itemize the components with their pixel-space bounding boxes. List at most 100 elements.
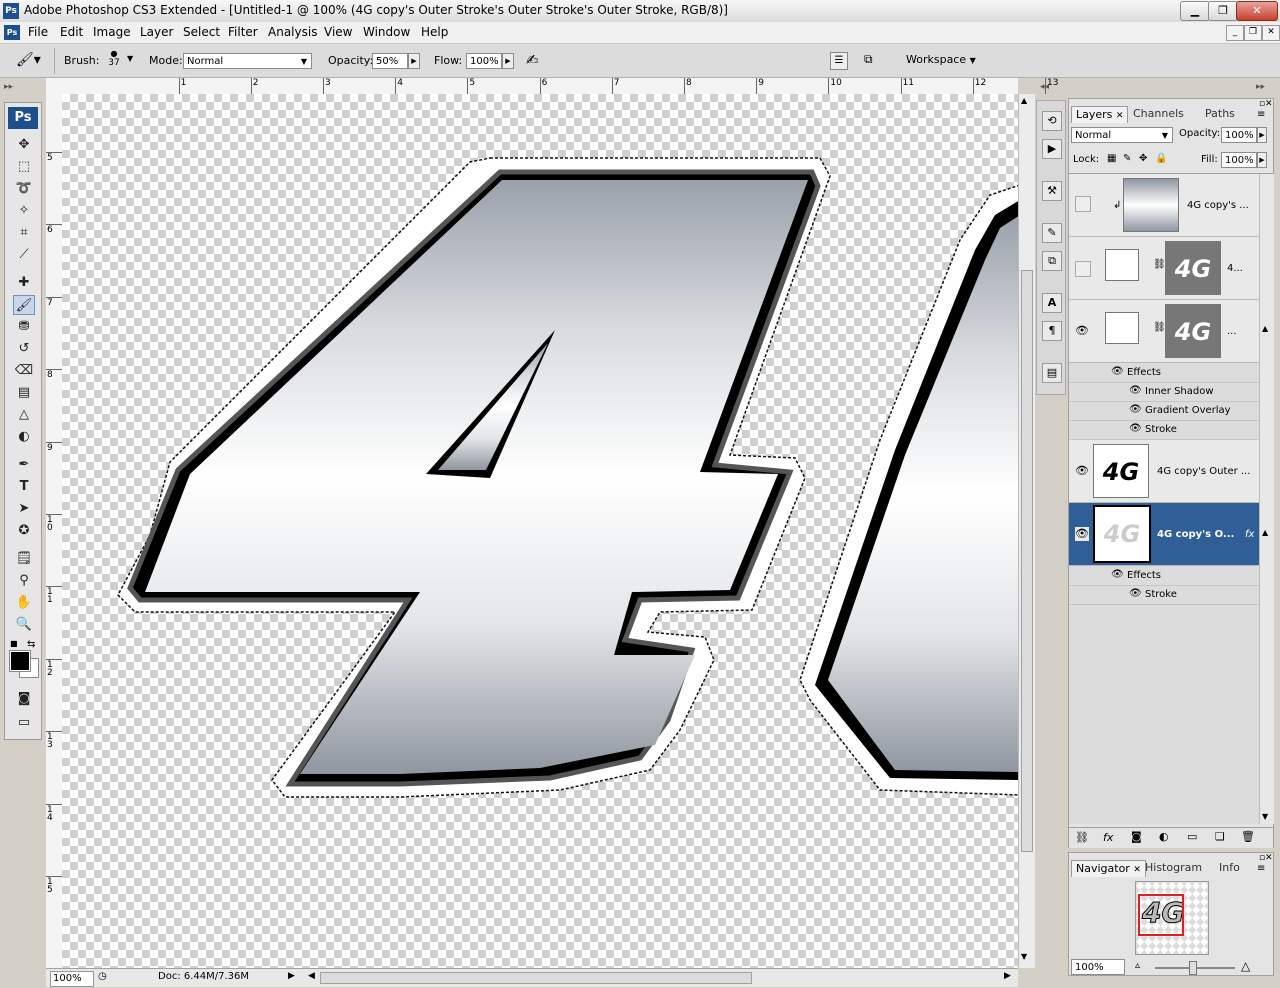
panel-menu-icon[interactable]: ≡ <box>1257 109 1265 120</box>
fill-slider-button[interactable]: ▶ <box>1257 152 1267 168</box>
eye-icon[interactable]: 👁 <box>1075 324 1089 338</box>
move-tool-icon[interactable]: ✥ <box>13 135 35 155</box>
doc-minimize-button[interactable]: _ <box>1226 25 1244 41</box>
add-style-icon[interactable]: fx <box>1103 831 1113 844</box>
brush-dropdown-icon[interactable]: ▼ <box>127 54 133 63</box>
view-box[interactable] <box>1138 894 1184 936</box>
tool-presets-icon[interactable]: ⚒ <box>1042 181 1062 201</box>
opacity-slider-button[interactable]: ▶ <box>408 53 420 69</box>
bridge-icon[interactable]: ⧉ <box>864 52 888 68</box>
workspace-button[interactable]: Workspace ▼ <box>906 53 976 66</box>
foreground-color-swatch[interactable] <box>9 650 31 672</box>
effect-row[interactable]: 👁 Gradient Overlay <box>1069 401 1259 421</box>
brush-tool-preset-icon[interactable]: 🖌▾ <box>16 52 46 70</box>
menu-help[interactable]: Help <box>421 25 448 39</box>
character-panel-icon[interactable]: A <box>1042 293 1062 313</box>
panel-close-icon[interactable]: ✕ <box>1265 99 1273 109</box>
paragraph-panel-icon[interactable]: ¶ <box>1042 321 1062 341</box>
eye-icon[interactable]: 👁 <box>1129 588 1142 599</box>
adjustment-layer-icon[interactable]: ◐ <box>1159 830 1169 843</box>
airbrush-icon[interactable]: ✍ <box>526 51 539 69</box>
layer-row[interactable]: ↲ 4G copy's ... <box>1069 174 1259 237</box>
tab-navigator[interactable]: Navigator ✕ <box>1071 860 1146 877</box>
new-layer-icon[interactable]: ❏ <box>1215 830 1225 843</box>
horizontal-scroll-thumb[interactable] <box>320 972 752 984</box>
navigator-zoom-input[interactable]: 100% <box>1071 959 1125 975</box>
menu-image[interactable]: Image <box>93 25 131 39</box>
fx-icon[interactable]: fx <box>1245 529 1254 540</box>
vertical-scrollbar[interactable]: ▲ ▼ <box>1018 94 1035 968</box>
eye-icon[interactable]: 👁 <box>1111 366 1124 377</box>
panel-menu-icon[interactable]: ≡ <box>1257 863 1265 874</box>
toolbar-collapse-icon[interactable]: ▸▸ <box>4 82 13 92</box>
flow-input[interactable]: 100% <box>466 53 502 69</box>
add-mask-icon[interactable]: ◙ <box>1131 830 1142 843</box>
lock-transparency-icon[interactable]: ▦ <box>1107 153 1116 164</box>
close-button[interactable]: ✕ <box>1236 1 1278 21</box>
layer-opacity-input[interactable]: 100% <box>1221 127 1257 143</box>
new-group-icon[interactable]: ▭ <box>1187 830 1197 843</box>
brushes-panel-icon[interactable]: ✎ <box>1042 223 1062 243</box>
effects-row[interactable]: 👁 Effects <box>1069 566 1259 586</box>
visibility-toggle[interactable] <box>1075 196 1091 212</box>
effect-row[interactable]: 👁 Stroke <box>1069 585 1259 605</box>
menu-view[interactable]: View <box>324 25 352 39</box>
effect-row[interactable]: 👁 Inner Shadow <box>1069 382 1259 402</box>
canvas[interactable] <box>62 94 1018 968</box>
mode-select[interactable]: Normal ▼ <box>183 53 312 69</box>
lasso-tool-icon[interactable]: ➰ <box>13 179 35 199</box>
eye-icon[interactable]: 👁 <box>1129 385 1142 396</box>
brush-picker[interactable]: ● 37 <box>104 49 124 73</box>
history-panel-icon[interactable]: ⟲ <box>1042 111 1062 131</box>
zoom-tool-icon[interactable]: 🔍 <box>13 615 35 635</box>
pen-tool-icon[interactable]: ✒ <box>13 455 35 475</box>
link-icon[interactable]: ⛓ <box>1153 322 1166 333</box>
history-brush-tool-icon[interactable]: ↺ <box>13 339 35 359</box>
layer-row[interactable]: 👁 ⛓ 4G ... <box>1069 300 1259 363</box>
blur-tool-icon[interactable]: △ <box>13 405 35 425</box>
tab-histogram[interactable]: Histogram <box>1141 860 1206 876</box>
minimize-button[interactable]: ▁ <box>1180 1 1210 21</box>
link-layers-icon[interactable]: ⛓ <box>1075 831 1089 844</box>
gradient-tool-icon[interactable]: ▤ <box>13 383 35 403</box>
status-info-icon[interactable]: ◷ <box>98 971 107 982</box>
eye-icon[interactable]: 👁 <box>1129 404 1142 415</box>
menu-edit[interactable]: Edit <box>60 25 83 39</box>
zoom-in-icon[interactable]: △ <box>1241 959 1250 973</box>
quick-mask-icon[interactable]: ◙ <box>13 689 35 709</box>
blend-mode-select[interactable]: Normal ▼ <box>1071 127 1173 143</box>
layer-row[interactable]: 👁 4G 4G copy's Outer ... <box>1069 440 1259 503</box>
screen-mode-icon[interactable]: ▭ <box>13 713 35 733</box>
scroll-right-icon[interactable]: ▶ <box>1004 971 1011 981</box>
palette-well-icon[interactable]: ☰ <box>830 52 848 70</box>
tab-channels[interactable]: Channels <box>1129 106 1188 122</box>
close-icon[interactable]: ✕ <box>1133 865 1141 875</box>
notes-tool-icon[interactable]: 🗒 <box>13 549 35 569</box>
actions-panel-icon[interactable]: ▶ <box>1042 139 1062 159</box>
clone-source-icon[interactable]: ⧉ <box>1042 251 1062 271</box>
zoom-out-icon[interactable]: ▵ <box>1135 960 1140 971</box>
effects-row[interactable]: 👁 Effects <box>1069 363 1259 383</box>
fill-input[interactable]: 100% <box>1221 152 1257 168</box>
menu-file[interactable]: File <box>28 25 48 39</box>
swap-colors-icon[interactable]: ⇆ <box>27 639 35 650</box>
layer-row-selected[interactable]: 👁 4G 4G copy's O... fx <box>1069 503 1259 566</box>
scroll-up-icon[interactable]: ▲ <box>1021 96 1027 105</box>
path-selection-tool-icon[interactable]: ➤ <box>13 499 35 519</box>
lock-pixels-icon[interactable]: ✎ <box>1123 153 1131 164</box>
panel-collapse-icon[interactable]: ▸▸ <box>1256 82 1265 92</box>
close-icon[interactable]: ✕ <box>1116 111 1124 121</box>
menu-filter[interactable]: Filter <box>228 25 258 39</box>
lock-position-icon[interactable]: ✥ <box>1139 153 1147 164</box>
clone-stamp-tool-icon[interactable]: ⛃ <box>13 317 35 337</box>
visibility-toggle[interactable] <box>1075 261 1091 277</box>
marquee-tool-icon[interactable]: ⬚ <box>13 157 35 177</box>
tab-layers[interactable]: Layers ✕ <box>1071 106 1129 123</box>
crop-tool-icon[interactable]: ⌗ <box>13 223 35 243</box>
eye-icon[interactable]: 👁 <box>1111 569 1124 580</box>
menu-analysis[interactable]: Analysis <box>268 25 317 39</box>
hand-tool-icon[interactable]: ✋ <box>13 593 35 613</box>
custom-shape-tool-icon[interactable]: ✪ <box>13 521 35 541</box>
menu-layer[interactable]: Layer <box>140 25 173 39</box>
zoom-field[interactable]: 100% <box>50 971 94 987</box>
